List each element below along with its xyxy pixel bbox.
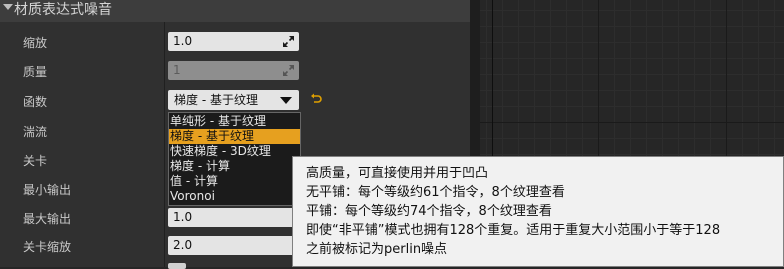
reset-to-default-icon[interactable] (309, 92, 323, 106)
level-scale-field[interactable]: 2.0 (168, 236, 299, 255)
scale-label: 缩放 (23, 36, 48, 50)
dropdown-option[interactable]: 梯度 - 计算 (169, 159, 300, 174)
section-header[interactable]: 材质表达式噪音 (0, 0, 470, 22)
quality-value: 1 (173, 63, 181, 77)
max-output-field[interactable]: 1.0 (168, 208, 299, 227)
quality-field: 1 (168, 61, 299, 80)
dropdown-arrow-icon[interactable] (280, 97, 292, 104)
scale-value[interactable]: 1.0 (173, 32, 192, 51)
level-scale-value[interactable]: 2.0 (173, 236, 192, 255)
level-scale-label: 关卡缩放 (23, 240, 72, 254)
dropdown-option-selected[interactable]: 梯度 - 基于纹理 (169, 129, 300, 144)
dropdown-option[interactable]: Voronoi (169, 189, 300, 204)
dropdown-option[interactable]: 快速梯度 - 3D纹理 (169, 144, 300, 159)
max-output-value[interactable]: 1.0 (173, 208, 192, 227)
function-value: 梯度 - 基于纹理 (174, 93, 258, 107)
chevron-down-icon[interactable] (3, 4, 13, 10)
levels-label: 关卡 (23, 154, 48, 168)
next-field-stub[interactable] (168, 263, 186, 269)
function-dropdown-list: 单纯形 - 基于纹理 梯度 - 基于纹理 快速梯度 - 3D纹理 梯度 - 计算… (168, 112, 301, 206)
min-output-label: 最小输出 (23, 183, 72, 197)
tooltip-line: 之前被标记为perlin噪点 (306, 242, 448, 257)
expand-arrows-icon (283, 65, 294, 76)
tooltip-line: 高质量，可直接使用并用于凹凸 (306, 166, 489, 181)
turbulence-label: 湍流 (23, 125, 48, 139)
quality-label: 质量 (23, 65, 48, 79)
scale-field[interactable]: 1.0 (168, 32, 299, 51)
function-label: 函数 (23, 95, 48, 109)
max-output-label: 最大输出 (23, 212, 72, 226)
tooltip-line: 无平铺：每个等级约61个指令，8个纹理查看 (306, 185, 565, 200)
column-divider[interactable] (164, 22, 165, 267)
expand-arrows-icon[interactable] (283, 36, 294, 47)
dropdown-option[interactable]: 值 - 计算 (169, 174, 300, 189)
section-title: 材质表达式噪音 (14, 2, 112, 18)
tooltip-line: 平铺：每个等级约74个指令，8个纹理查看 (306, 204, 552, 219)
tooltip-line: 即使“非平铺”模式也拥有128个重复。适用于重复大小范围小于等于128 (306, 223, 721, 238)
function-combo[interactable]: 梯度 - 基于纹理 (168, 90, 299, 110)
dropdown-option[interactable]: 单纯形 - 基于纹理 (169, 114, 300, 129)
tooltip: 高质量，可直接使用并用于凹凸 无平铺：每个等级约61个指令，8个纹理查看 平铺：… (292, 156, 784, 267)
